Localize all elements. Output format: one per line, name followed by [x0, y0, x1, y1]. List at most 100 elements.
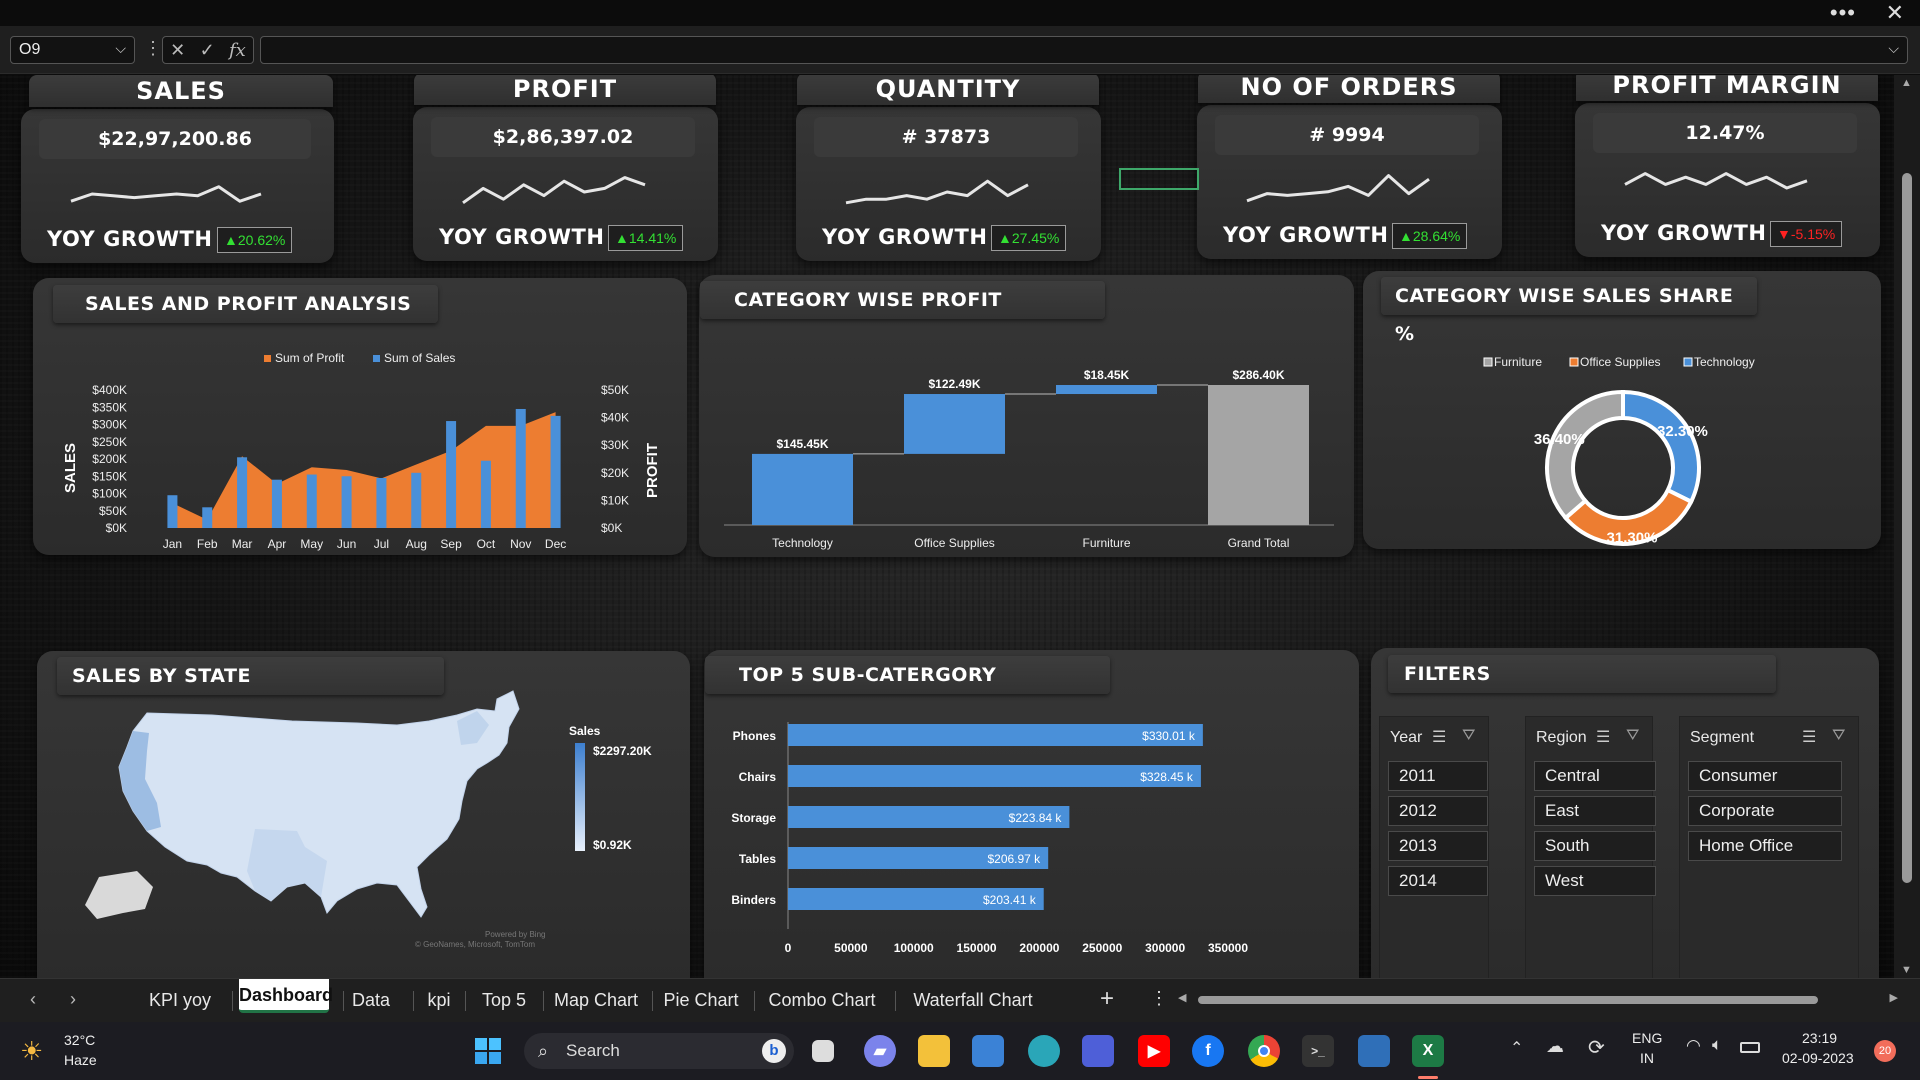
slicer-item[interactable]: Central	[1534, 761, 1656, 791]
task-view-icon[interactable]	[812, 1040, 834, 1062]
yoy-growth-label: YOY GROWTH	[1223, 223, 1389, 247]
weather-widget[interactable]: ☀ 32°C Haze	[20, 1030, 140, 1072]
sheet-tab[interactable]: Data	[343, 979, 399, 1021]
sheet-tab[interactable]: Combo Chart	[754, 979, 890, 1021]
subcategory-bar	[788, 724, 1203, 746]
insert-function-icon[interactable]: fx	[229, 40, 246, 61]
clear-filter-icon[interactable]: ⛛	[1626, 727, 1639, 745]
volume-icon[interactable]: 🔈︎	[1712, 1035, 1722, 1055]
wifi-icon[interactable]: ◠	[1686, 1036, 1701, 1056]
sheet-tab[interactable]: kpi	[413, 979, 465, 1021]
kpi-value: 12.47%	[1593, 113, 1857, 153]
clear-filter-icon[interactable]: ⛛	[1462, 727, 1475, 745]
slicer-item[interactable]: Home Office	[1688, 831, 1842, 861]
scroll-right-icon[interactable]: ▶	[1890, 991, 1898, 1004]
sheet-options-icon[interactable]: ⋮	[1150, 988, 1168, 1009]
cancel-icon[interactable]: ✕	[170, 40, 185, 61]
notification-badge[interactable]: 20	[1874, 1040, 1896, 1062]
battery-icon[interactable]	[1740, 1042, 1760, 1053]
scroll-up-icon[interactable]: ▲	[1901, 77, 1912, 89]
prev-sheet-icon[interactable]: ‹	[30, 989, 36, 1010]
clear-filter-icon[interactable]: ⛛	[1832, 727, 1845, 745]
kpi-card: # 9994 YOY GROWTH ▲28.64%	[1197, 105, 1502, 259]
y2-tick-label: $40K	[601, 411, 629, 425]
sync-icon[interactable]: ⟳	[1588, 1035, 1605, 1060]
waterfall-bar	[1208, 385, 1309, 525]
category-profit-chart: $145.45K Technology $122.49K Office Supplie…	[724, 368, 1334, 550]
slicer-item[interactable]: West	[1534, 866, 1656, 896]
vertical-scrollbar[interactable]: ▲ ▼	[1894, 75, 1920, 978]
enter-icon[interactable]: ✓	[200, 40, 215, 61]
sheet-tab[interactable]: KPI yoy	[134, 979, 226, 1021]
add-sheet-icon[interactable]: +	[1100, 985, 1114, 1013]
multi-select-icon[interactable]: ☰	[1802, 727, 1816, 747]
sheet-tab[interactable]: Dashboard	[239, 979, 333, 1013]
vertical-scroll-thumb[interactable]	[1902, 173, 1912, 883]
snipping-tool-icon[interactable]	[1358, 1035, 1390, 1067]
clock-time[interactable]: 23:19	[1802, 1030, 1837, 1046]
chrome-icon[interactable]	[1248, 1035, 1280, 1067]
waterfall-data-label: $18.45K	[1084, 368, 1130, 382]
x-tick-label: 250000	[1082, 941, 1122, 955]
alaska-shape	[85, 871, 153, 919]
slicer-item[interactable]: South	[1534, 831, 1656, 861]
sales-bar	[515, 408, 526, 528]
sheet-tab[interactable]: Map Chart	[543, 979, 649, 1021]
horizontal-scroll-thumb[interactable]	[1198, 996, 1818, 1004]
expand-formula-icon[interactable]: ⌵	[1888, 40, 1899, 57]
file-explorer-icon[interactable]	[918, 1035, 950, 1067]
slicer-item[interactable]: 2014	[1388, 866, 1488, 896]
slicer-item[interactable]: 2012	[1388, 796, 1488, 826]
slicer-item[interactable]: Consumer	[1688, 761, 1842, 791]
name-box[interactable]: O9 ⌵	[10, 36, 135, 64]
kpi-value: # 37873	[814, 117, 1078, 157]
name-box-value: O9	[19, 41, 41, 58]
sheet-tab[interactable]: Pie Chart	[652, 979, 750, 1021]
horizontal-scrollbar[interactable]: ◀ ▶	[1178, 991, 1898, 1006]
taskbar-search[interactable]: ⌕ Search b	[524, 1033, 794, 1069]
subcategory-data-label: $206.97 k	[987, 852, 1041, 866]
scroll-down-icon[interactable]: ▼	[1901, 964, 1912, 976]
power-automate-icon[interactable]	[1082, 1035, 1114, 1067]
more-options-icon[interactable]: •••	[1830, 0, 1856, 26]
us-map: Powered by Bing © GeoNames, Microsoft, T…	[85, 690, 652, 949]
store-icon[interactable]	[972, 1035, 1004, 1067]
sheet-tab[interactable]: Waterfall Chart	[895, 979, 1051, 1021]
onedrive-icon[interactable]: ☁	[1546, 1036, 1564, 1057]
scroll-left-icon[interactable]: ◀	[1178, 991, 1186, 1004]
clock-date[interactable]: 02-09-2023	[1782, 1050, 1854, 1066]
waterfall-bar	[1056, 385, 1157, 395]
subcategory-bar	[788, 765, 1201, 787]
formula-bar-options-icon[interactable]: ⋮	[144, 38, 162, 59]
language-line-1[interactable]: ENG	[1632, 1030, 1662, 1046]
youtube-icon[interactable]: ▶	[1138, 1035, 1170, 1067]
excel-icon[interactable]: X	[1412, 1035, 1444, 1067]
map-legend-max: $2297.20K	[593, 744, 652, 758]
facebook-icon[interactable]: f	[1192, 1035, 1224, 1067]
close-icon[interactable]: ✕	[1886, 0, 1904, 26]
kpi-value: $2,86,397.02	[431, 117, 695, 157]
multi-select-icon[interactable]: ☰	[1596, 727, 1610, 747]
slicer-item[interactable]: 2011	[1388, 761, 1488, 791]
edge-icon[interactable]	[1028, 1035, 1060, 1067]
formula-input[interactable]: ⌵	[260, 36, 1908, 64]
selected-cell[interactable]	[1119, 168, 1199, 190]
next-sheet-icon[interactable]: ›	[70, 989, 76, 1010]
slicer-item[interactable]: East	[1534, 796, 1656, 826]
y2-axis-title: PROFIT	[644, 443, 661, 498]
chevron-down-icon[interactable]: ⌵	[115, 40, 126, 57]
teams-chat-icon[interactable]: ▰	[864, 1035, 896, 1067]
terminal-icon[interactable]: >_	[1302, 1035, 1334, 1067]
multi-select-icon[interactable]: ☰	[1432, 727, 1446, 747]
sheet-tab[interactable]: Top 5	[465, 979, 543, 1021]
kpi-card: 12.47% YOY GROWTH ▼-5.15%	[1575, 103, 1880, 257]
start-icon[interactable]	[472, 1035, 504, 1067]
language-line-2[interactable]: IN	[1640, 1050, 1654, 1066]
y-axis-title: SALES	[62, 443, 79, 493]
kpi-title-tab: SALES	[29, 75, 333, 107]
sheet-tab-separator	[343, 991, 344, 1011]
slicer-item[interactable]: 2013	[1388, 831, 1488, 861]
slicer-item[interactable]: Corporate	[1688, 796, 1842, 826]
show-hidden-icons-icon[interactable]: ⌃	[1510, 1038, 1523, 1058]
donut-legend-label: Office Supplies	[1580, 355, 1661, 369]
